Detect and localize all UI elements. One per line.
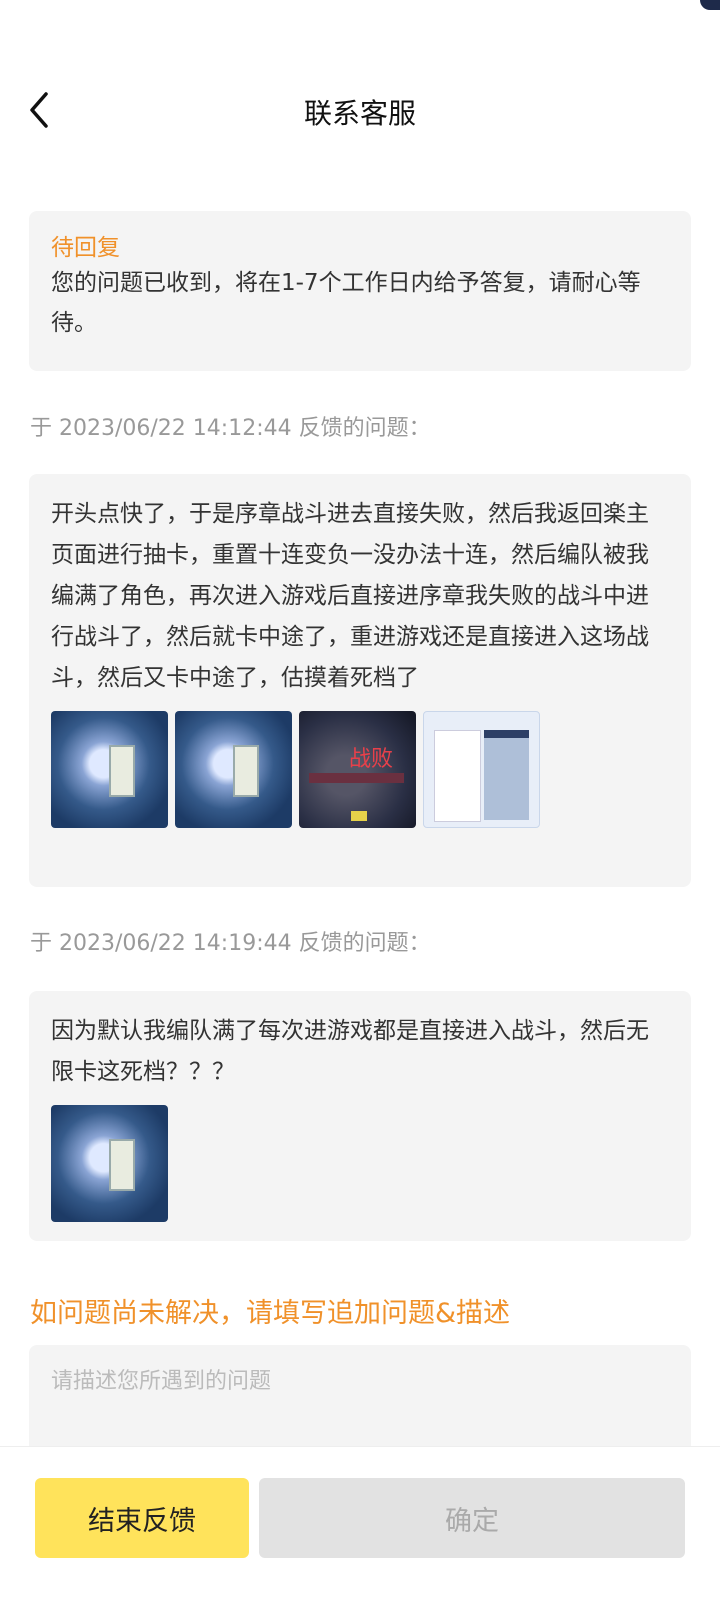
feedback-timestamp: 于 2023/06/22 14:19:44 反馈的问题： bbox=[30, 931, 431, 956]
feedback-content: 因为默认我编队满了每次进游戏都是直接进入战斗，然后无限卡这死档？？？ bbox=[51, 1018, 649, 1085]
header: 联系客服 bbox=[0, 70, 720, 150]
attachment-thumbnail[interactable] bbox=[51, 1105, 168, 1222]
attachment-list bbox=[51, 1105, 669, 1222]
confirm-button[interactable]: 确定 bbox=[259, 1478, 685, 1558]
panel-right bbox=[484, 730, 529, 820]
defeat-text: 战败 bbox=[349, 747, 394, 772]
status-bar-corner bbox=[700, 0, 720, 10]
defeat-bar bbox=[309, 773, 404, 783]
attachment-thumbnail[interactable] bbox=[423, 711, 540, 828]
status-label: 待回复 bbox=[51, 235, 120, 261]
panel-left bbox=[434, 730, 481, 822]
attachment-thumbnail[interactable] bbox=[175, 711, 292, 828]
end-feedback-button[interactable]: 结束反馈 bbox=[35, 1478, 249, 1558]
feedback-content: 开头点快了，于是序章战斗进去直接失败，然后我返回楽主页面进行抽卡，重置十连变负一… bbox=[51, 501, 649, 691]
feedback-card: 开头点快了，于是序章战斗进去直接失败，然后我返回楽主页面进行抽卡，重置十连变负一… bbox=[29, 474, 691, 887]
feedback-timestamp: 于 2023/06/22 14:12:44 反馈的问题： bbox=[30, 416, 431, 441]
status-card: 待回复 您的问题已收到，将在1-7个工作日内给予答复，请耐心等待。 bbox=[29, 211, 691, 371]
footer-bar: 结束反馈 确定 bbox=[0, 1446, 720, 1609]
defeat-chip bbox=[351, 811, 367, 821]
attachment-thumbnail[interactable]: 战败 bbox=[299, 711, 416, 828]
page-title: 联系客服 bbox=[303, 97, 416, 130]
panel-header bbox=[484, 730, 529, 738]
attachment-thumbnail[interactable] bbox=[51, 711, 168, 828]
followup-prompt: 如问题尚未解决，请填写追加问题&描述 bbox=[30, 1298, 511, 1329]
status-message: 您的问题已收到，将在1-7个工作日内给予答复，请耐心等待。 bbox=[51, 270, 641, 336]
attachment-list: 战败 bbox=[51, 711, 669, 828]
feedback-card: 因为默认我编队满了每次进游戏都是直接进入战斗，然后无限卡这死档？？？ bbox=[29, 991, 691, 1241]
